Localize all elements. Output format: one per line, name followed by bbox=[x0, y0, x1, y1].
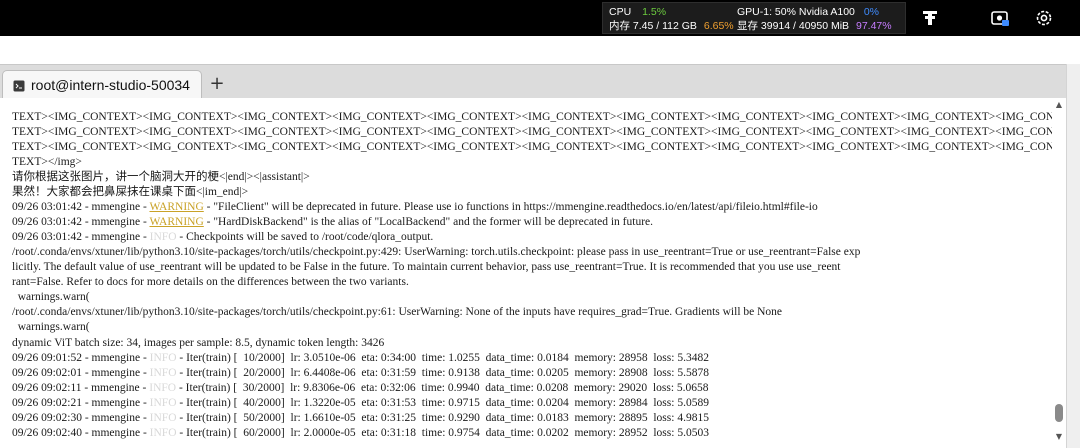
log-level-info: INFO bbox=[149, 231, 177, 243]
memory-percent: 6.65% bbox=[703, 20, 734, 32]
train-iter-line: 09/26 09:02:21 - mmengine - INFO - Iter(… bbox=[12, 396, 1052, 411]
log-level-info: INFO bbox=[149, 367, 177, 379]
terminal-icon bbox=[13, 80, 25, 92]
log-level-warning: WARNING bbox=[149, 216, 204, 228]
gpu-column: GPU-1: 50% Nvidia A100 0% 显存 39914 / 409… bbox=[737, 5, 903, 33]
gpu-row: GPU-1: 50% Nvidia A100 0% bbox=[737, 5, 903, 19]
screenshot-icon[interactable] bbox=[990, 8, 1010, 28]
cpu-row: CPU 1.5% bbox=[609, 5, 737, 19]
log-prefix: 09/26 09:02:21 - mmengine - bbox=[12, 397, 150, 409]
log-message: - "FileClient" will be deprecated in fut… bbox=[203, 201, 818, 213]
train-iter-line: 09/26 09:02:30 - mmengine - INFO - Iter(… bbox=[12, 411, 1052, 426]
terminal-line: TEXT></img> bbox=[12, 156, 82, 168]
gpu-label: GPU-1: 50% Nvidia A100 bbox=[737, 6, 855, 18]
log-line: 09/26 03:01:42 - mmengine - WARNING - "F… bbox=[12, 200, 1052, 215]
log-line: 09/26 03:01:42 - mmengine - WARNING - "H… bbox=[12, 215, 1052, 230]
system-status-bar: CPU 1.5% 内存 7.45 / 112 GB 6.65% GPU-1: 5… bbox=[0, 0, 1080, 36]
log-level-warning: WARNING bbox=[149, 201, 204, 213]
settings-gear-icon[interactable] bbox=[1034, 8, 1054, 28]
vram-percent: 97.47% bbox=[856, 20, 892, 32]
terminal-line: TEXT><IMG_CONTEXT><IMG_CONTEXT><IMG_CONT… bbox=[12, 126, 1052, 138]
train-iter-line: 09/26 09:02:01 - mmengine - INFO - Iter(… bbox=[12, 366, 1052, 381]
scroll-down-arrow-icon[interactable]: ▼ bbox=[1054, 432, 1064, 442]
terminal-line: /root/.conda/envs/xtuner/lib/python3.10/… bbox=[12, 306, 783, 318]
terminal-line: dynamic ViT batch size: 34, images per s… bbox=[12, 337, 385, 349]
log-level-info: INFO bbox=[149, 352, 177, 364]
scroll-up-arrow-icon[interactable]: ▲ bbox=[1054, 100, 1064, 110]
log-message: - Iter(train) [ 30/2000] lr: 9.8306e-06 … bbox=[176, 382, 709, 394]
terminal-line: TEXT><IMG_CONTEXT><IMG_CONTEXT><IMG_CONT… bbox=[12, 141, 1052, 153]
app-logo-icon[interactable] bbox=[920, 8, 940, 28]
gpu-value: 0% bbox=[863, 6, 880, 18]
log-line: 09/26 03:01:42 - mmengine - INFO - Check… bbox=[12, 230, 1052, 245]
terminal-line: 请你根据这张图片，讲一个脑洞大开的梗<|end|><|assistant|> bbox=[12, 171, 310, 183]
window-right-edge bbox=[1066, 64, 1080, 448]
cpu-value: 1.5% bbox=[642, 6, 667, 18]
log-message: - Checkpoints will be saved to /root/cod… bbox=[176, 231, 434, 243]
log-prefix: 09/26 09:01:52 - mmengine - bbox=[12, 352, 150, 364]
terminal-line: warnings.warn( bbox=[12, 321, 90, 333]
log-level-info: INFO bbox=[149, 427, 177, 439]
vram-row: 显存 39914 / 40950 MiB 97.47% bbox=[737, 19, 903, 33]
log-level-info: INFO bbox=[149, 382, 177, 394]
vram-label: 显存 39914 / 40950 MiB bbox=[737, 20, 850, 32]
log-message: - Iter(train) [ 60/2000] lr: 2.0000e-05 … bbox=[176, 427, 709, 439]
memory-label: 内存 7.45 / 112 GB bbox=[609, 20, 697, 32]
train-iter-line: 09/26 09:02:40 - mmengine - INFO - Iter(… bbox=[12, 426, 1052, 441]
terminal-line: rant=False. Refer to docs for more detai… bbox=[12, 276, 409, 288]
tab-terminal[interactable]: root@intern-studio-50034 bbox=[2, 70, 202, 99]
train-iter-line: 09/26 09:02:11 - mmengine - INFO - Iter(… bbox=[12, 381, 1052, 396]
cpu-label: CPU bbox=[609, 6, 632, 18]
terminal-line: TEXT><IMG_CONTEXT><IMG_CONTEXT><IMG_CONT… bbox=[12, 111, 1052, 123]
log-level-info: INFO bbox=[149, 397, 177, 409]
new-tab-button[interactable]: + bbox=[206, 74, 228, 96]
cpu-memory-column: CPU 1.5% 内存 7.45 / 112 GB 6.65% bbox=[609, 5, 737, 33]
log-message: - "HardDiskBackend" is the alias of "Loc… bbox=[203, 216, 654, 228]
log-message: - Iter(train) [ 10/2000] lr: 3.0510e-06 … bbox=[176, 352, 709, 364]
log-prefix: 09/26 03:01:42 - mmengine - bbox=[12, 231, 150, 243]
log-message: - Iter(train) [ 20/2000] lr: 6.4408e-06 … bbox=[176, 367, 709, 379]
log-prefix: 09/26 03:01:42 - mmengine - bbox=[12, 201, 150, 213]
tab-strip: root@intern-studio-50034 + bbox=[0, 64, 1080, 99]
log-prefix: 09/26 09:02:01 - mmengine - bbox=[12, 367, 150, 379]
terminal-line: licitly. The default value of use_reentr… bbox=[12, 261, 841, 273]
log-message: - Iter(train) [ 40/2000] lr: 1.3220e-05 … bbox=[176, 397, 709, 409]
resource-monitor: CPU 1.5% 内存 7.45 / 112 GB 6.65% GPU-1: 5… bbox=[602, 2, 906, 34]
terminal-line: /root/.conda/envs/xtuner/lib/python3.10/… bbox=[12, 246, 861, 258]
scrollbar-thumb[interactable] bbox=[1055, 404, 1063, 422]
tab-label: root@intern-studio-50034 bbox=[31, 77, 190, 93]
log-prefix: 09/26 09:02:11 - mmengine - bbox=[12, 382, 150, 394]
log-prefix: 09/26 09:02:30 - mmengine - bbox=[12, 412, 150, 424]
log-prefix: 09/26 03:01:42 - mmengine - bbox=[12, 216, 150, 228]
train-iter-line: 09/26 09:01:52 - mmengine - INFO - Iter(… bbox=[12, 351, 1052, 366]
terminal-scrollbar[interactable]: ▲ ▼ bbox=[1052, 98, 1066, 448]
terminal-line: 果然！大家都会把鼻屎抹在课桌下面<|im_end|> bbox=[12, 186, 249, 198]
log-level-info: INFO bbox=[149, 412, 177, 424]
memory-row: 内存 7.45 / 112 GB 6.65% bbox=[609, 19, 737, 33]
terminal-line: warnings.warn( bbox=[12, 291, 90, 303]
log-prefix: 09/26 09:02:40 - mmengine - bbox=[12, 427, 150, 439]
log-message: - Iter(train) [ 50/2000] lr: 1.6610e-05 … bbox=[176, 412, 709, 424]
terminal-output[interactable]: TEXT><IMG_CONTEXT><IMG_CONTEXT><IMG_CONT… bbox=[0, 98, 1066, 448]
